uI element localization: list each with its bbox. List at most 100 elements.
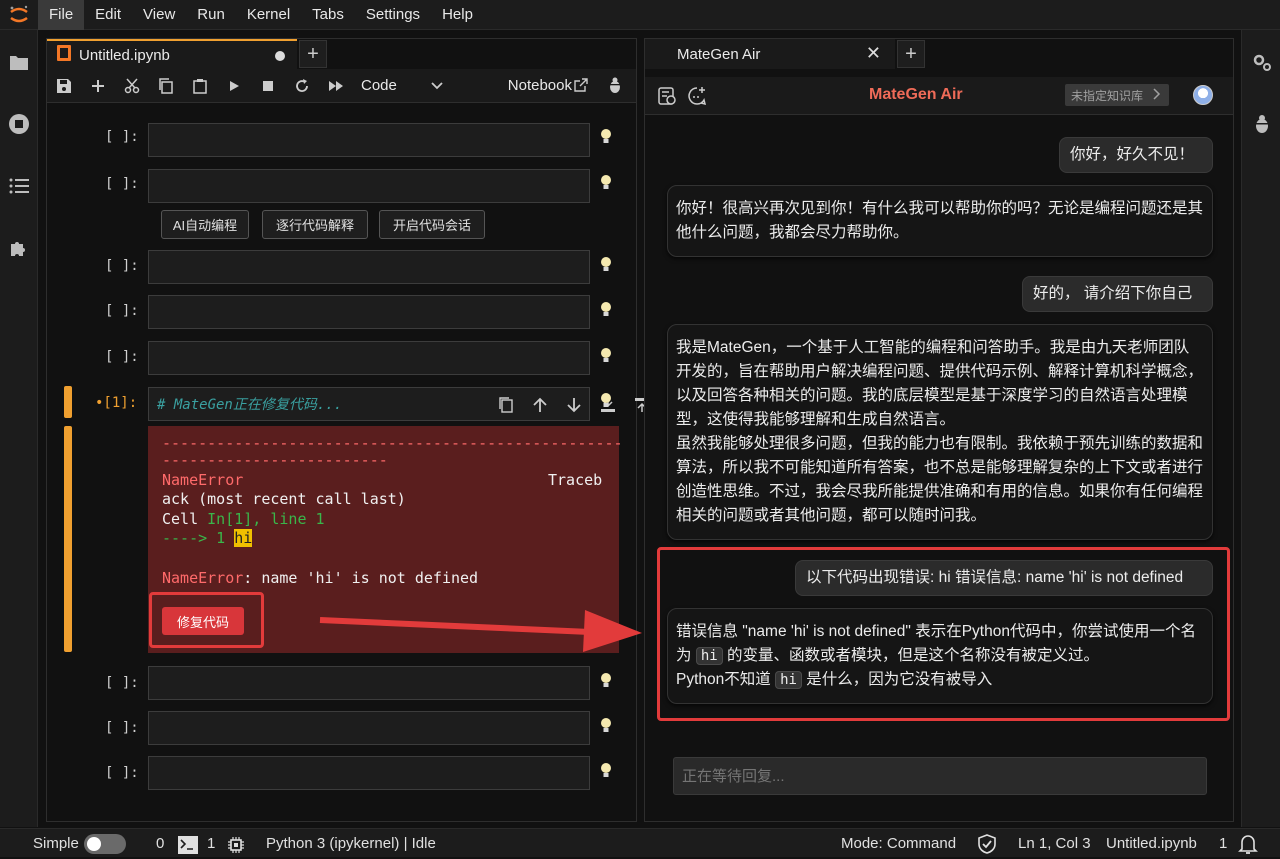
add-tab-button[interactable]: + xyxy=(299,40,327,68)
lightbulb-icon[interactable] xyxy=(599,717,613,735)
active-code-cell[interactable]: # MateGen正在修复代码... xyxy=(148,387,682,421)
code-cell[interactable] xyxy=(148,341,590,375)
run-icon[interactable] xyxy=(217,69,251,103)
lightbulb-icon[interactable] xyxy=(599,301,613,319)
bot-message: 我是MateGen，一个基于人工智能的编程和问答助手。我是由九天老师团队开发的，… xyxy=(667,324,1213,540)
code-cell[interactable] xyxy=(148,756,590,790)
history-icon[interactable] xyxy=(657,86,677,111)
code-cell[interactable] xyxy=(148,295,590,329)
folder-icon[interactable] xyxy=(7,50,31,74)
chat-input[interactable] xyxy=(673,757,1207,795)
cell-type-select[interactable]: Code xyxy=(353,73,453,99)
menu-tabs[interactable]: Tabs xyxy=(301,0,355,30)
right-sidebar xyxy=(1241,30,1280,827)
jupyter-logo-icon xyxy=(0,0,38,30)
menu-kernel[interactable]: Kernel xyxy=(236,0,301,30)
cell-prompt: [ ]: xyxy=(105,349,139,365)
simple-mode-label: Simple xyxy=(33,835,79,852)
debugger-bug-icon[interactable] xyxy=(608,77,622,98)
new-chat-icon[interactable] xyxy=(687,86,707,111)
code-cell[interactable] xyxy=(148,250,590,284)
lightbulb-icon[interactable] xyxy=(599,128,613,146)
error-arrow-line: ----> 1 hi xyxy=(162,529,253,547)
open-external-icon[interactable] xyxy=(574,78,588,97)
shield-icon[interactable] xyxy=(978,834,996,858)
kernel-count: 1 xyxy=(207,835,216,852)
code-cell[interactable] xyxy=(148,123,590,157)
line-by-line-explain-button[interactable]: 逐行代码解释 xyxy=(262,210,368,239)
knowledge-base-selector[interactable]: 未指定知识库 xyxy=(1065,84,1169,106)
lightbulb-icon[interactable] xyxy=(599,347,613,365)
lightbulb-icon[interactable] xyxy=(599,174,613,192)
annotation-arrow-icon xyxy=(319,610,642,652)
notebook-tabbar: Untitled.ipynb + xyxy=(47,39,636,69)
brand-title: MateGen Air xyxy=(869,86,963,103)
code-cell[interactable] xyxy=(148,666,590,700)
tab-untitled-ipynb[interactable]: Untitled.ipynb xyxy=(47,39,297,69)
active-cell-prompt: •[1]: xyxy=(95,395,138,411)
inline-code: hi xyxy=(775,671,802,689)
stop-icon[interactable] xyxy=(251,69,285,103)
statusbar: Simple 0 1 Python 3 (ipykernel) | Idle M… xyxy=(0,828,1280,857)
kernel-status[interactable]: Python 3 (ipykernel) | Idle xyxy=(266,835,436,852)
lightbulb-icon[interactable] xyxy=(599,762,613,780)
paste-icon[interactable] xyxy=(183,69,217,103)
cell-prompt: [ ]: xyxy=(105,176,139,192)
menu-view[interactable]: View xyxy=(132,0,186,30)
menu-file[interactable]: File xyxy=(38,0,85,30)
fix-code-button[interactable]: 修复代码 xyxy=(162,607,244,635)
restart-icon[interactable] xyxy=(285,69,319,103)
menu-edit[interactable]: Edit xyxy=(84,0,132,30)
move-up-icon[interactable] xyxy=(523,394,557,416)
lightbulb-icon[interactable] xyxy=(599,392,613,410)
puzzle-icon[interactable] xyxy=(7,236,31,260)
chevron-right-icon xyxy=(1153,87,1161,103)
bug-icon[interactable] xyxy=(1250,112,1274,136)
error-divider: ------------------------- xyxy=(162,451,388,469)
menubar: File Edit View Run Kernel Tabs Settings … xyxy=(0,0,1280,30)
code-comment: # MateGen正在修复代码... xyxy=(157,397,343,413)
lightbulb-icon[interactable] xyxy=(599,672,613,690)
avatar[interactable] xyxy=(1193,85,1213,105)
gear-icon[interactable] xyxy=(1250,50,1274,74)
bell-icon[interactable] xyxy=(1238,833,1258,859)
lightbulb-icon[interactable] xyxy=(599,256,613,274)
mode-indicator: Mode: Command xyxy=(841,835,957,852)
cell-reference-line: Cell In[1], line 1 xyxy=(162,510,325,528)
copy-icon[interactable] xyxy=(149,69,183,103)
terminal-icon[interactable] xyxy=(178,836,198,858)
add-icon[interactable] xyxy=(81,69,115,103)
duplicate-cell-icon[interactable] xyxy=(489,394,523,416)
cut-icon[interactable] xyxy=(115,69,149,103)
menu-run[interactable]: Run xyxy=(186,0,236,30)
open-code-session-button[interactable]: 开启代码会话 xyxy=(379,210,485,239)
stop-circle-icon[interactable] xyxy=(7,112,31,136)
notification-count: 1 xyxy=(1219,835,1228,852)
tab-title: Untitled.ipynb xyxy=(79,46,170,64)
chip-icon[interactable] xyxy=(227,836,245,858)
add-tab-button[interactable]: + xyxy=(897,40,925,68)
cell-prompt: [ ]: xyxy=(105,675,139,691)
status-filename: Untitled.ipynb xyxy=(1106,835,1197,852)
chevron-down-icon xyxy=(431,77,443,94)
list-icon[interactable] xyxy=(7,174,31,198)
notebook-panel: Untitled.ipynb + Code Notebook [ ]: [ ]:… xyxy=(46,38,682,822)
code-cell[interactable] xyxy=(148,711,590,745)
tab-mategen-air[interactable]: MateGen Air ✕ xyxy=(645,39,895,69)
menu-settings[interactable]: Settings xyxy=(355,0,431,30)
unsaved-dot-icon[interactable] xyxy=(275,51,285,61)
simple-mode-toggle[interactable] xyxy=(84,834,126,854)
cell-prompt: [ ]: xyxy=(105,303,139,319)
move-down-icon[interactable] xyxy=(557,394,591,416)
save-icon[interactable] xyxy=(47,69,81,103)
code-cell[interactable] xyxy=(148,169,590,203)
ai-auto-programming-button[interactable]: AI自动编程 xyxy=(161,210,249,239)
fast-forward-icon[interactable] xyxy=(319,69,353,103)
menu-help[interactable]: Help xyxy=(431,0,484,30)
kernel-name[interactable]: Notebook xyxy=(508,77,572,94)
close-icon[interactable]: ✕ xyxy=(866,43,881,64)
cursor-position[interactable]: Ln 1, Col 3 xyxy=(1018,835,1091,852)
notebook-toolbar: Code Notebook xyxy=(47,69,636,103)
cell-prompt: [ ]: xyxy=(105,765,139,781)
error-name: NameError xyxy=(162,471,244,489)
